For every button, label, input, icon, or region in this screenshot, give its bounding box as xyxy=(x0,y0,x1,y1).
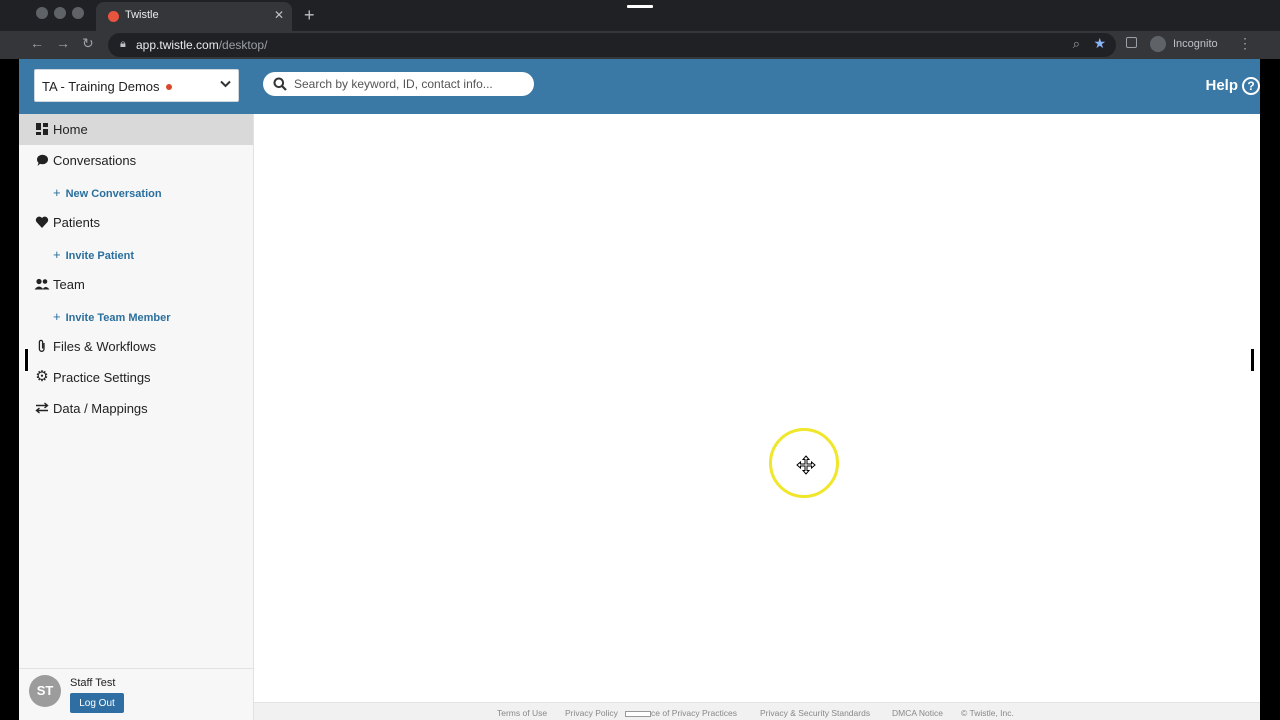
user-box: ST Staff Test Log Out xyxy=(19,668,253,720)
sidebar-subitem-label: Invite Patient xyxy=(65,250,135,262)
sidebar-item-label: Patients xyxy=(53,215,100,230)
sidebar-item-practice-settings[interactable]: ⚙ Practice Settings xyxy=(19,362,253,393)
chevron-down-icon xyxy=(220,79,231,91)
user-name: Staff Test xyxy=(70,677,116,689)
sidebar-item-invite-patient[interactable]: + Invite Patient xyxy=(53,247,134,267)
plus-icon: + xyxy=(53,309,61,324)
move-cursor-icon xyxy=(796,455,816,475)
chat-icon xyxy=(37,154,48,166)
dashboard-icon xyxy=(36,123,48,135)
question-circle-icon[interactable]: ? xyxy=(1242,77,1260,95)
app: TA - Training Demos Help ? Home Conversa xyxy=(19,0,1260,720)
logout-button[interactable]: Log Out xyxy=(70,693,124,713)
search-input[interactable] xyxy=(294,72,526,96)
status-dot xyxy=(166,84,172,90)
sidebar-item-label: Files & Workflows xyxy=(53,339,157,354)
screen: Twistle ✕ + ← → ↻ 🔒︎ app.twistle.com/des… xyxy=(0,0,1280,720)
plus-icon: + xyxy=(53,185,61,200)
heart-icon xyxy=(35,216,49,228)
sidebar-item-patients[interactable]: Patients xyxy=(19,207,253,238)
sidebar-item-data-mappings[interactable]: Data / Mappings xyxy=(19,393,253,424)
sidebar-item-files-workflows[interactable]: Files & Workflows xyxy=(19,331,253,362)
sidebar-item-label: Team xyxy=(53,277,85,292)
search-icon xyxy=(273,77,287,91)
footer-copyright: © Twistle, Inc. xyxy=(961,708,1014,718)
app-header: TA - Training Demos Help ? xyxy=(19,59,1260,114)
sidebar-item-label: Practice Settings xyxy=(53,370,151,385)
help-link[interactable]: Help xyxy=(1205,77,1238,94)
sidebar-subitem-label: New Conversation xyxy=(65,188,162,200)
paperclip-icon xyxy=(38,339,45,352)
sidebar-item-label: Home xyxy=(53,122,88,137)
footer-link-security-standards[interactable]: Privacy & Security Standards xyxy=(760,708,870,718)
sidebar-item-invite-team-member[interactable]: + Invite Team Member xyxy=(53,309,171,329)
plus-icon: + xyxy=(53,247,61,262)
search-box xyxy=(263,72,534,96)
gear-icon: ⚙ xyxy=(35,368,49,385)
footer-link-terms[interactable]: Terms of Use xyxy=(497,708,547,718)
left-resize-handle[interactable] xyxy=(24,348,29,372)
sidebar-subitem-label: Invite Team Member xyxy=(65,312,171,324)
practice-selector[interactable]: TA - Training Demos xyxy=(34,69,239,102)
footer-link-privacy-policy[interactable]: Privacy Policy xyxy=(565,708,618,718)
footer: Terms of Use Privacy Policy ce of Privac… xyxy=(254,702,1260,720)
sidebar-item-team[interactable]: Team xyxy=(19,269,253,300)
main-content xyxy=(254,114,1260,702)
avatar[interactable]: ST xyxy=(29,675,61,707)
sidebar-item-label: Conversations xyxy=(53,153,137,168)
overlay-handle xyxy=(625,711,651,717)
footer-link-privacy-practices[interactable]: ce of Privacy Practices xyxy=(651,708,737,718)
sidebar-item-home[interactable]: Home xyxy=(19,114,253,145)
practice-name: TA - Training Demos xyxy=(42,79,160,94)
people-icon xyxy=(34,278,50,290)
sidebar: Home Conversations + New Conversation Pat… xyxy=(19,114,254,720)
right-resize-handle[interactable] xyxy=(1250,348,1255,372)
swap-icon xyxy=(35,402,49,414)
footer-link-dmca[interactable]: DMCA Notice xyxy=(892,708,943,718)
sidebar-item-label: Data / Mappings xyxy=(53,401,148,416)
sidebar-item-new-conversation[interactable]: + New Conversation xyxy=(53,185,162,205)
sidebar-item-conversations[interactable]: Conversations xyxy=(19,145,253,176)
